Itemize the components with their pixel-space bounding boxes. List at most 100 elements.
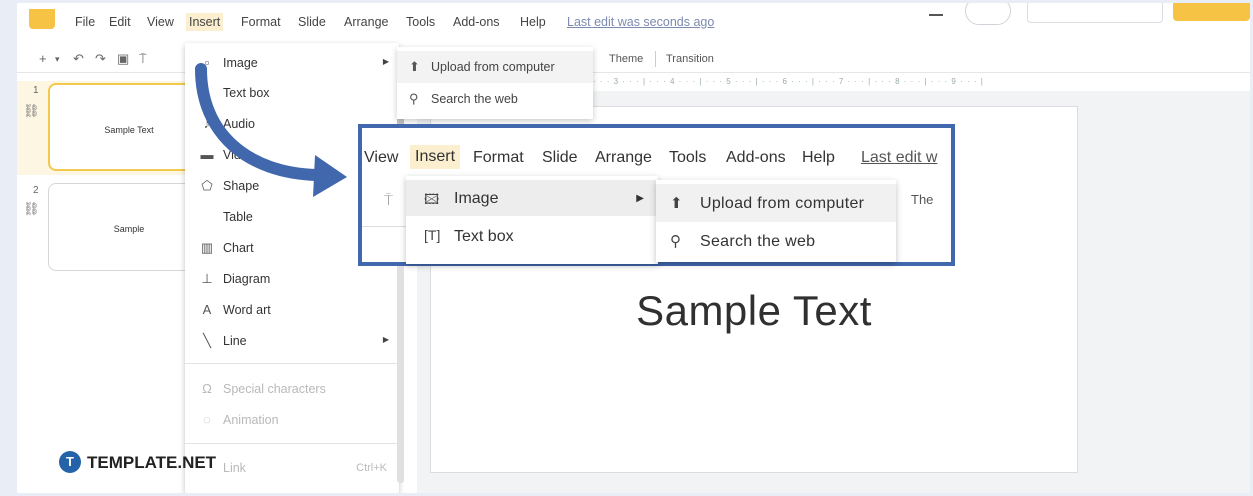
menu-insert[interactable]: Insert [186,13,224,31]
menu-item-search-the-web[interactable]: ⚲ Search the web [397,83,593,115]
screenshot-frame: File Edit View Insert Format Slide Arran… [0,0,1253,496]
slides-app-window: File Edit View Insert Format Slide Arran… [17,3,1250,493]
special-characters-icon: Ω [202,381,212,396]
menu-item-label: Diagram [223,272,271,286]
redo-icon[interactable]: ↷ [95,51,106,67]
menu-arrange[interactable]: Arrange [344,15,388,29]
new-slide-icon[interactable]: + [39,51,47,66]
share-button[interactable] [1173,3,1250,21]
slide-title-text[interactable]: Sample Text [431,287,1077,335]
submenu-arrow-icon: ▶ [382,335,389,344]
submenu-arrow-icon: ▶ [636,193,644,204]
horizontal-ruler: · · · 3 · · · | · · · 4 · · · | · · · 5 … [593,77,984,86]
menu-item-label: Link [223,461,246,475]
menu-divider [185,443,399,444]
zoom-menu-item-image: 🖾 Image ▶ [406,180,658,216]
slideshow-button[interactable] [1027,3,1163,23]
zoom-callout: View Insert Format Slide Arrange Tools A… [358,124,955,266]
audio-icon: ♪ [203,116,211,131]
menu-add-ons[interactable]: Add-ons [453,15,500,29]
menu-item-word-art[interactable]: A Word art [185,296,399,324]
menu-item-special-characters: Ω Special characters [185,375,399,403]
history-button[interactable] [965,3,1011,25]
toolbar-divider [655,51,656,67]
image-submenu: ⬆ Upload from computer ⚲ Search the web [397,47,593,119]
menu-item-label: Audio [223,117,255,131]
menu-slide[interactable]: Slide [298,15,326,29]
link-icon: ⛓ [23,103,40,118]
slides-logo-icon[interactable] [29,9,55,29]
zoom-menu-item-search: ⚲ Search the web [656,222,896,260]
menu-item-image[interactable]: ▫ Image ▶ [185,49,399,77]
menu-item-label: Shape [223,179,260,193]
text-box-icon: [T] [424,227,441,243]
menu-item-label: Image [454,190,499,207]
print-icon[interactable]: ▣ [117,51,129,67]
zoom-menu-item-upload: ⬆ Upload from computer [656,184,896,222]
search-icon: ⚲ [409,91,419,106]
menu-edit[interactable]: Edit [109,15,131,29]
menu-item-line[interactable]: ╲ Line ▶ [185,327,399,355]
menu-item-diagram[interactable]: ⊥ Diagram [185,265,399,293]
slide-number: 2 [33,185,39,196]
upload-icon: ⬆ [409,59,420,74]
minus-icon [929,14,943,16]
chevron-down-icon[interactable]: ▾ [55,54,60,65]
insert-menu-dropdown: ▫ Image ▶ Text box ♪ Audio ▬ Video ⬠ Sha… [185,43,399,493]
menu-item-label: Chart [223,241,254,255]
menu-divider [185,363,399,364]
zoom-menu-help: Help [802,149,835,166]
menu-item-text-box[interactable]: Text box [185,79,399,107]
menu-file[interactable]: File [75,15,95,29]
template-net-watermark: T TEMPLATE.NET [59,451,216,475]
menu-item-label: Word art [223,303,271,317]
video-icon: ▬ [200,147,214,162]
undo-icon[interactable]: ↶ [73,51,84,67]
zoom-menu-add-ons: Add-ons [726,149,786,166]
menubar: File Edit View Insert Format Slide Arran… [17,3,1250,41]
paint-format-icon: ⍑ [384,192,394,209]
menu-help[interactable]: Help [520,15,546,29]
menu-item-label: Search the web [431,92,518,106]
transition-button[interactable]: Transition [666,53,714,65]
link-icon: ⛓ [23,201,40,216]
submenu-arrow-icon: ▶ [382,57,389,66]
menu-item-link: Link Ctrl+K [185,454,399,482]
zoom-image-submenu: ⬆ Upload from computer ⚲ Search the web [656,180,896,262]
menu-item-upload-from-computer[interactable]: ⬆ Upload from computer [397,51,593,83]
menu-tools[interactable]: Tools [406,15,435,29]
menu-item-label: Special characters [223,382,326,396]
search-icon: ⚲ [670,233,681,250]
zoom-last-edit: Last edit w [861,149,938,166]
menu-item-label: Line [223,334,247,348]
menu-format[interactable]: Format [241,15,281,29]
menu-item-label: Image [223,56,258,70]
shape-icon: ⬠ [201,178,213,193]
zoom-menu-item-text-box: [T] Text box [406,218,658,254]
diagram-icon: ⊥ [201,271,213,286]
menu-item-label: Upload from computer [431,60,555,74]
zoom-menu-view: View [364,149,399,166]
zoom-theme-label: The [911,192,934,207]
watermark-text: TEMPLATE.NET [87,453,217,472]
image-icon: ▫ [204,55,210,70]
zoom-menu-tools: Tools [669,149,707,166]
menu-view[interactable]: View [147,15,174,29]
chart-icon: ▥ [200,240,214,255]
theme-button[interactable]: Theme [609,53,643,65]
paint-format-icon[interactable]: ⍑ [139,51,147,67]
zoom-menu-format: Format [473,149,524,166]
word-art-icon: A [202,302,212,317]
line-icon: ╲ [203,333,211,348]
menu-item-label: Upload from computer [700,195,865,212]
menu-item-label: Table [223,210,253,224]
zoom-menu-insert: Insert [410,145,461,169]
last-edit-link[interactable]: Last edit was seconds ago [567,15,714,29]
zoom-divider [362,226,406,227]
menu-item-animation: ◌ Animation [185,406,399,434]
zoom-menu-slide: Slide [542,149,578,166]
zoom-menu-arrange: Arrange [595,149,652,166]
image-icon: 🖾 [424,191,440,207]
upload-icon: ⬆ [670,195,683,212]
zoom-insert-dropdown: 🖾 Image ▶ [T] Text box [406,176,658,264]
